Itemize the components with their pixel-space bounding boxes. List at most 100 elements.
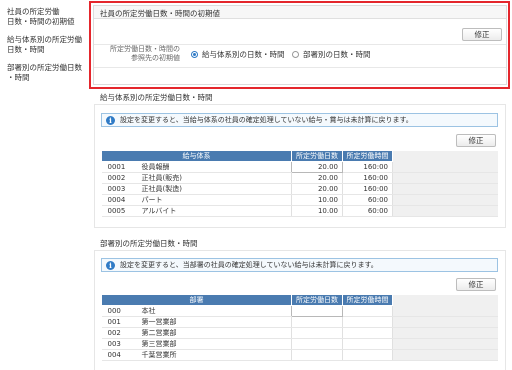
row-spacer xyxy=(392,194,498,206)
row-label: 003 第三営業部 xyxy=(101,338,292,350)
salary-edit-button[interactable]: 修正 xyxy=(456,134,496,147)
row-spacer xyxy=(392,327,498,339)
column-header: 所定労働時間 xyxy=(342,294,393,306)
days-cell[interactable] xyxy=(291,316,343,328)
salary-table: 給与体系 所定労働日数 所定労働時間 0001 役員報酬 20.00 160:00… xyxy=(101,150,498,217)
row-spacer xyxy=(392,349,498,361)
days-cell[interactable]: 10.00 xyxy=(291,194,343,206)
row-label: 004 千葉営業所 xyxy=(101,349,292,361)
hours-cell[interactable] xyxy=(342,338,393,350)
hours-cell[interactable]: 160:00 xyxy=(342,172,393,184)
table-row: 001 第一営業部 xyxy=(101,316,498,328)
salary-info-message: i 設定を変更すると、当給与体系の社員の確定処理していない給与・賞与は未計算に戻… xyxy=(101,113,498,127)
days-cell[interactable]: 20.00 xyxy=(291,161,343,173)
row-name: 正社員(製造) xyxy=(141,185,182,193)
column-header: 所定労働日数 xyxy=(291,294,343,306)
salary-section-title: 給与体系別の所定労働日数・時間 xyxy=(100,93,213,102)
row-code: 003 xyxy=(107,340,121,348)
row-label: 0005 アルバイト xyxy=(101,205,292,217)
table-row: 003 第三営業部 xyxy=(101,338,498,350)
hours-cell[interactable] xyxy=(342,327,393,339)
days-cell[interactable] xyxy=(291,338,343,350)
hours-cell[interactable]: 160:00 xyxy=(342,183,393,195)
row-name: 第三営業部 xyxy=(141,340,177,348)
row-label: 002 第二営業部 xyxy=(101,327,292,339)
row-label: 000 本社 xyxy=(101,305,292,317)
days-cell[interactable] xyxy=(291,305,343,317)
row-code: 0003 xyxy=(107,185,126,193)
row-label: 0001 役員報酬 xyxy=(101,161,292,173)
row-name: 千葉営業所 xyxy=(141,351,177,359)
column-header: 部署 xyxy=(101,294,292,306)
highlight-frame xyxy=(89,1,510,89)
table-row: 0005 アルバイト 10.00 60:00 xyxy=(101,205,498,217)
row-spacer xyxy=(392,205,498,217)
sidebar-item-label: ・時間 xyxy=(7,73,30,82)
row-code: 002 xyxy=(107,329,121,337)
table-row: 004 千葉営業所 xyxy=(101,349,498,361)
department-info-message: i 設定を変更すると、当部署の社員の確定処理していない給与は未計算に戻ります。 xyxy=(101,258,498,272)
hours-cell[interactable]: 160:00 xyxy=(342,161,393,173)
row-code: 0004 xyxy=(107,196,126,204)
days-cell[interactable] xyxy=(291,327,343,339)
row-code: 0005 xyxy=(107,207,126,215)
column-header: 所定労働時間 xyxy=(342,150,393,162)
row-label: 0003 正社員(製造) xyxy=(101,183,292,195)
row-name: パート xyxy=(141,196,163,204)
row-spacer xyxy=(392,316,498,328)
row-spacer xyxy=(392,172,498,184)
row-spacer xyxy=(392,338,498,350)
table-row: 0001 役員報酬 20.00 160:00 xyxy=(101,161,498,173)
department-info-text: 設定を変更すると、当部署の社員の確定処理していない給与は未計算に戻ります。 xyxy=(120,261,378,269)
table-row: 002 第二営業部 xyxy=(101,327,498,339)
department-table: 部署 所定労働日数 所定労働時間 000 本社 001 第一営業部 002 第二営業部 xyxy=(101,294,498,361)
row-name: 第一営業部 xyxy=(141,318,177,326)
table-row: 0004 パート 10.00 60:00 xyxy=(101,194,498,206)
row-code: 0001 xyxy=(107,163,126,171)
sidebar-item-department[interactable]: 部署別の所定労働日数 ・時間 xyxy=(0,63,88,83)
department-section-title: 部署別の所定労働日数・時間 xyxy=(100,239,198,248)
department-edit-button[interactable]: 修正 xyxy=(456,278,496,291)
sidebar-item-initial-values[interactable]: 社員の所定労働 日数・時間の初期値 xyxy=(0,7,88,27)
sidebar: 社員の所定労働 日数・時間の初期値 給与体系別の所定労働 日数・時間 部署別の所… xyxy=(0,0,88,370)
row-code: 001 xyxy=(107,318,121,326)
info-icon: i xyxy=(106,116,115,125)
row-code: 000 xyxy=(107,307,121,315)
row-name: 第二営業部 xyxy=(141,329,177,337)
salary-info-text: 設定を変更すると、当給与体系の社員の確定処理していない給与・賞与は未計算に戻りま… xyxy=(120,116,413,124)
row-spacer xyxy=(392,183,498,195)
row-name: 役員報酬 xyxy=(141,163,170,171)
table-row: 0002 正社員(販売) 20.00 160:00 xyxy=(101,172,498,184)
row-name: アルバイト xyxy=(141,207,177,215)
sidebar-item-label: 部署別の所定労働日数 xyxy=(7,63,82,72)
sidebar-item-salary-system[interactable]: 給与体系別の所定労働 日数・時間 xyxy=(0,35,88,55)
row-spacer xyxy=(392,305,498,317)
row-label: 0002 正社員(販売) xyxy=(101,172,292,184)
table-row: 000 本社 xyxy=(101,305,498,317)
column-header: 給与体系 xyxy=(101,150,292,162)
column-header-spacer xyxy=(392,150,498,162)
days-cell[interactable]: 20.00 xyxy=(291,172,343,184)
sidebar-item-label: 日数・時間 xyxy=(7,45,45,54)
column-header-spacer xyxy=(392,294,498,306)
row-code: 004 xyxy=(107,351,121,359)
hours-cell[interactable]: 60:00 xyxy=(342,205,393,217)
sidebar-item-label: 社員の所定労働 xyxy=(7,7,60,16)
row-name: 本社 xyxy=(141,307,156,315)
days-cell[interactable]: 20.00 xyxy=(291,183,343,195)
hours-cell[interactable] xyxy=(342,349,393,361)
sidebar-item-label: 給与体系別の所定労働 xyxy=(7,35,82,44)
row-label: 001 第一営業部 xyxy=(101,316,292,328)
hours-cell[interactable] xyxy=(342,316,393,328)
days-cell[interactable] xyxy=(291,349,343,361)
column-header: 所定労働日数 xyxy=(291,150,343,162)
row-label: 0004 パート xyxy=(101,194,292,206)
days-cell[interactable]: 10.00 xyxy=(291,205,343,217)
hours-cell[interactable]: 60:00 xyxy=(342,194,393,206)
sidebar-item-label: 日数・時間の初期値 xyxy=(7,17,75,26)
row-spacer xyxy=(392,161,498,173)
hours-cell[interactable] xyxy=(342,305,393,317)
table-row: 0003 正社員(製造) 20.00 160:00 xyxy=(101,183,498,195)
info-icon: i xyxy=(106,261,115,270)
main-content: 社員の所定労働日数・時間の初期値 修正 所定労働日数・時間の 参照先の初期値 給… xyxy=(88,0,512,370)
